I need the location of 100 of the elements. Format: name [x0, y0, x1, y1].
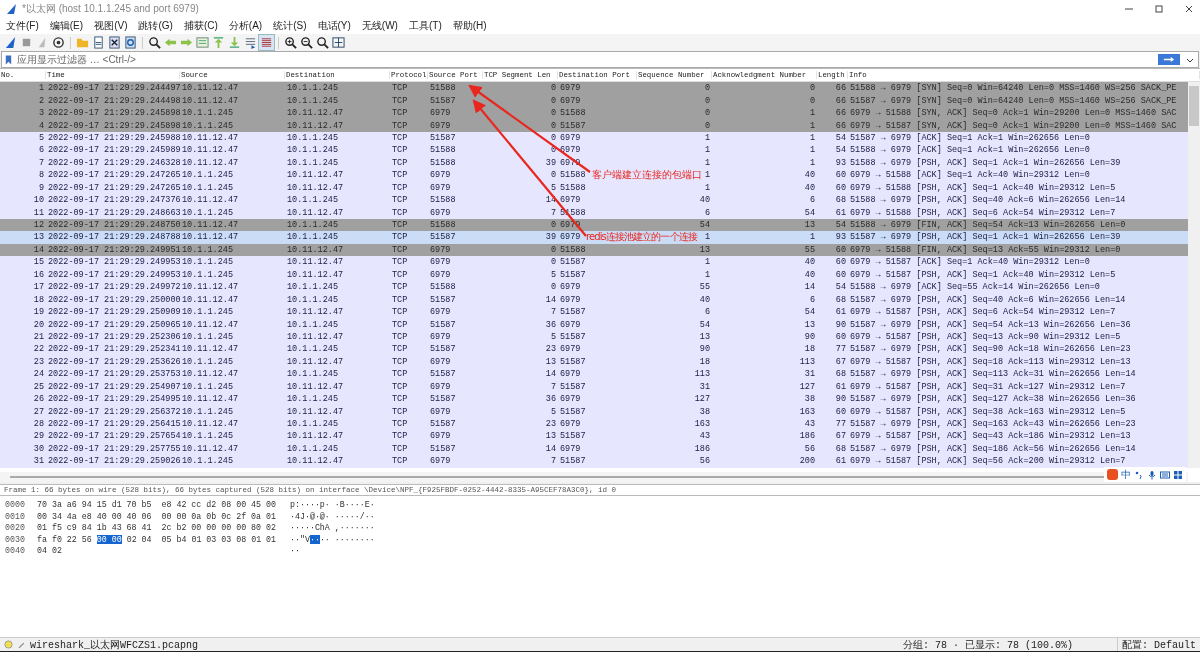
- table-cell: 6979: [430, 120, 451, 131]
- table-cell: 2022-09-17 21:29:29.249953: [48, 269, 181, 280]
- table-cell: 22: [33, 344, 44, 355]
- table-cell: 68: [835, 369, 846, 380]
- ascii-bytes[interactable]: ·····ChA ,·······: [290, 523, 375, 533]
- table-cell: 51587: [430, 294, 456, 305]
- ascii-bytes[interactable]: ·· ········: [319, 534, 375, 544]
- menu-item[interactable]: 跳转(G): [136, 19, 178, 33]
- packet-row[interactable]: 29 2022-09-17 21:29:29.257654 10.1.1.245 10.11.12.47 TCP 6979 13 51587 43 186 67 6979 → 51587 [PSH, ACK] Seq=43 Ack=186 Win=29312 Len=13: [0, 430, 1188, 443]
- table-cell: TCP: [392, 244, 408, 255]
- keyboard-icon[interactable]: [1160, 469, 1170, 480]
- hex-bytes[interactable]: 01 f5 c9 84 1b 43 68 41 2c b2 00 00 00 00 80 02: [37, 523, 276, 533]
- table-cell: 40: [804, 170, 815, 181]
- table-cell: 2022-09-17 21:29:29.249953: [48, 257, 181, 268]
- ascii-bytes[interactable]: p:····p· ·B····E·: [290, 500, 375, 510]
- autoscroll-icon[interactable]: [243, 35, 258, 50]
- table-cell: 40: [699, 294, 710, 305]
- table-cell: TCP: [392, 381, 408, 392]
- menu-item[interactable]: 无线(W): [359, 19, 403, 33]
- bookmark-icon[interactable]: [4, 53, 13, 66]
- table-cell: 56: [804, 443, 815, 454]
- menu-item[interactable]: 电话(Y): [315, 19, 356, 33]
- edit-icon[interactable]: [17, 640, 26, 649]
- table-cell: 10.11.12.47: [287, 108, 344, 119]
- packet-row[interactable]: 20 2022-09-17 21:29:29.250965 10.11.12.47 10.1.1.245 TCP 51587 36 6979 54 13 90 51587 → 6979 [PSH, ACK] Seq=54 Ack=13 Win=262656 Len=36: [0, 318, 1188, 331]
- packet-row[interactable]: 13 2022-09-17 21:29:29.248788 10.11.12.47 10.1.1.245 TCP 51587 39 6979 redis连接池建立的一个连接 1 1 93 51587 → 6979 [PSH, ACK] Seq=1 Ack=1 Win=262656 Len=39: [0, 231, 1188, 244]
- hex-bytes[interactable]: 04 02: [37, 546, 62, 556]
- zoom-in-icon[interactable]: [283, 35, 298, 50]
- packet-row[interactable]: 22 2022-09-17 21:29:29.252341 10.11.12.47 10.1.1.245 TCP 51587 23 6979 90 18 77 51587 → 6979 [PSH, ACK] Seq=90 Ack=18 Win=262656 Len=23: [0, 343, 1188, 356]
- packet-row[interactable]: 4 2022-09-17 21:29:29.245898 10.1.1.245 10.11.12.47 TCP 6979 0 51587 0 1 66 6979 → 51587 [SYN, ACK] Seq=0 Ack=1 Win=29200 Len=0 MSS=1460 SAC: [0, 119, 1188, 132]
- microphone-icon[interactable]: [1147, 469, 1157, 480]
- grid-icon[interactable]: [1173, 469, 1183, 480]
- table-cell: 6: [704, 307, 710, 318]
- zoom-out-icon[interactable]: [299, 35, 314, 50]
- zoom-reset-icon[interactable]: [315, 35, 330, 50]
- close-icon[interactable]: [1184, 4, 1194, 14]
- hex-bytes[interactable]: fa f0 22 56: [37, 534, 92, 544]
- table-cell: TCP: [392, 307, 408, 318]
- packet-row[interactable]: 15 2022-09-17 21:29:29.249953 10.1.1.245 10.11.12.47 TCP 6979 0 51587 1 40 60 6979 → 51587 [ACK] Seq=1 Ack=40 Win=29312 Len=0: [0, 256, 1188, 269]
- menu-item[interactable]: 统计(S): [271, 19, 312, 33]
- punctuation-icon[interactable]: [1134, 469, 1144, 480]
- table-cell: 5: [550, 331, 556, 342]
- table-cell: 60: [835, 406, 846, 417]
- ascii-bytes[interactable]: ·4J·@·@· ·····/··: [290, 511, 375, 521]
- ascii-bytes[interactable]: ··"V: [290, 534, 310, 544]
- hex-bytes[interactable]: 70 3a a6 94 15 d1 70 b5 e8 42 cc d2 08 00 45 00: [37, 500, 276, 510]
- packet-row[interactable]: 31 2022-09-17 21:29:29.259026 10.1.1.245 10.11.12.47 TCP 6979 7 51587 56 200 61 6979 → 51587 [PSH, ACK] Seq=56 Ack=200 Win=29312 Len=7: [0, 455, 1188, 468]
- table-cell: 2022-09-17 21:29:29.248788: [48, 232, 181, 243]
- packet-row[interactable]: 2 2022-09-17 21:29:29.244498 10.11.12.47 10.1.1.245 TCP 51587 0 6979 0 0 66 51587 → 6979 [SYN] Seq=0 Win=64240 Len=0 MSS=1460 WS=256 SACK_PE: [0, 94, 1188, 107]
- byte-offset: 0020: [4, 523, 26, 533]
- packet-row[interactable]: 8 2022-09-17 21:29:29.247265 10.1.1.245 10.11.12.47 TCP 6979 0 51588 客户端建立连接的包端口 1 40 60 6979 → 51588 [ACK] Seq=1 Ack=40 Win=29312 Len=0: [0, 169, 1188, 182]
- table-cell: 0: [550, 244, 556, 255]
- table-cell: TCP: [392, 232, 408, 243]
- ime-logo-icon[interactable]: [1107, 469, 1118, 480]
- table-cell: 10.1.1.245: [182, 269, 233, 280]
- close-file-icon[interactable]: [107, 35, 122, 50]
- packet-row[interactable]: 18 2022-09-17 21:29:29.250000 10.11.12.47 10.1.1.245 TCP 51587 14 6979 40 6 68 51587 → 6979 [PSH, ACK] Seq=40 Ack=6 Win=262656 Len=14: [0, 293, 1188, 306]
- apply-filter-button[interactable]: [1158, 54, 1180, 65]
- menu-item[interactable]: 视图(V): [92, 19, 133, 33]
- scrollbar-thumb[interactable]: [1189, 86, 1199, 126]
- table-cell: 51587: [560, 356, 586, 367]
- menu-item[interactable]: 帮助(H): [450, 19, 492, 33]
- menu-item[interactable]: 捕获(C): [181, 19, 223, 33]
- packet-row[interactable]: 27 2022-09-17 21:29:29.256372 10.1.1.245 10.11.12.47 TCP 6979 5 51587 38 163 60 6979 → 51587 [PSH, ACK] Seq=38 Ack=163 Win=29312 Len=5: [0, 405, 1188, 418]
- ascii-bytes[interactable]: ··: [290, 546, 300, 556]
- menu-item[interactable]: 分析(A): [226, 19, 268, 33]
- table-cell: 39: [545, 157, 556, 168]
- table-cell: 51587: [560, 431, 586, 442]
- packet-row[interactable]: 1 2022-09-17 21:29:29.244497 10.11.12.47 10.1.1.245 TCP 51588 0 6979 0 0 66 51588 → 6979 [SYN] Seq=0 Win=64240 Len=0 MSS=1460 WS=256 SACK_PE: [0, 82, 1188, 95]
- byte-offset: 0010: [4, 511, 26, 521]
- menu-item[interactable]: 编辑(E): [47, 19, 89, 33]
- table-cell: 10.1.1.245: [182, 120, 233, 131]
- packet-row[interactable]: 24 2022-09-17 21:29:29.253753 10.11.12.47 10.1.1.245 TCP 51587 14 6979 113 31 68 51587 → 6979 [PSH, ACK] Seq=113 Ack=31 Win=262656 Len=14: [0, 368, 1188, 381]
- table-cell: 127: [694, 394, 710, 405]
- resize-columns-icon[interactable]: [331, 35, 346, 50]
- table-cell: TCP: [392, 269, 408, 280]
- display-filter-field[interactable]: 应用显示过滤器 … <Ctrl-/>: [1, 51, 1199, 68]
- table-cell: 6979 → 51588 [SYN, ACK] Seq=0 Ack=1 Win=29200 Len=0 MSS=1460 SAC: [850, 108, 1177, 119]
- menu-item[interactable]: 文件(F): [4, 19, 44, 33]
- table-cell: 10.1.1.245: [182, 170, 233, 181]
- table-cell: TCP: [392, 331, 408, 342]
- table-cell: 6979: [430, 170, 451, 181]
- table-cell: 1: [809, 108, 815, 119]
- packet-row[interactable]: 17 2022-09-17 21:29:29.249972 10.11.12.47 10.1.1.245 TCP 51588 0 6979 55 14 54 51588 → 6979 [ACK] Seq=55 Ack=14 Win=262656 Len=0: [0, 281, 1188, 294]
- colorize-icon[interactable]: [259, 35, 274, 50]
- hex-bytes[interactable]: 02 04 05 b4 01 03 03 08 01 01: [126, 534, 277, 544]
- input-mode-toggle[interactable]: 中: [1121, 467, 1131, 482]
- table-cell: 60: [835, 269, 846, 280]
- hex-bytes[interactable]: 00 00: [96, 534, 122, 544]
- table-cell: 51587: [560, 257, 586, 268]
- file-icon[interactable]: [91, 35, 106, 50]
- table-cell: 1: [809, 132, 815, 143]
- table-cell: 13: [545, 356, 556, 367]
- hex-bytes[interactable]: 00 34 4a e8 40 00 40 06 00 00 0a 0b 0c 2f 0a 01: [37, 511, 276, 521]
- maximize-icon[interactable]: [1154, 4, 1164, 14]
- search-icon[interactable]: [147, 35, 162, 50]
- table-cell: 26: [33, 394, 44, 405]
- table-cell: 51588: [560, 182, 586, 193]
- table-cell: 6979: [430, 381, 451, 392]
- menu-item[interactable]: 工具(T): [406, 19, 447, 33]
